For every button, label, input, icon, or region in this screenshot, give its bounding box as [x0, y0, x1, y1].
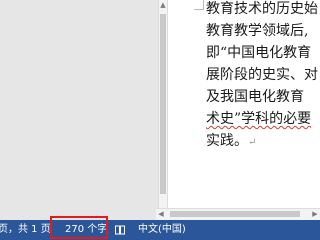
- margin-corner-mark: [194, 0, 204, 10]
- doc-line-last[interactable]: 实践。↵: [206, 130, 318, 152]
- doc-line[interactable]: 教育技术的历史始: [206, 0, 318, 20]
- page-count-indicator[interactable]: 页，共 1 页: [0, 220, 51, 240]
- word-count-highlight-box: [50, 216, 108, 239]
- document-body[interactable]: 教育技术的历史始 教育教学领域后, 即“中国电化教育 展阶段的史实、对 及我国电…: [206, 0, 318, 152]
- doc-line[interactable]: 即“中国电化教育: [206, 42, 318, 64]
- vertical-scroll-thumb[interactable]: [160, 14, 166, 194]
- scroll-right-arrow-icon[interactable]: ▶: [310, 209, 320, 220]
- horizontal-scrollbar[interactable]: ◀ ▶: [156, 208, 320, 220]
- paragraph-mark-icon: ↵: [248, 137, 257, 148]
- doc-line[interactable]: 展阶段的史实、对: [206, 64, 318, 86]
- doc-line[interactable]: 教育教学领域后,: [206, 20, 318, 42]
- status-bar: 页，共 1 页 270 个字 中文(中国): [0, 220, 320, 240]
- scroll-left-arrow-icon[interactable]: ◀: [156, 209, 166, 220]
- document-canvas: [0, 0, 158, 220]
- horizontal-scroll-thumb[interactable]: [170, 211, 300, 217]
- doc-line-spellcheck[interactable]: 术史”学科的必要: [206, 108, 318, 130]
- vertical-scrollbar[interactable]: ▲ ▼: [158, 0, 168, 220]
- scroll-up-arrow-icon[interactable]: ▲: [159, 0, 167, 10]
- doc-line-text[interactable]: 实践。: [206, 133, 248, 149]
- read-mode-icon[interactable]: [115, 225, 125, 235]
- document-page[interactable]: 教育技术的历史始 教育教学领域后, 即“中国电化教育 展阶段的史实、对 及我国电…: [168, 0, 320, 208]
- doc-line[interactable]: 及我国电化教育: [206, 86, 318, 108]
- language-indicator[interactable]: 中文(中国): [138, 220, 186, 240]
